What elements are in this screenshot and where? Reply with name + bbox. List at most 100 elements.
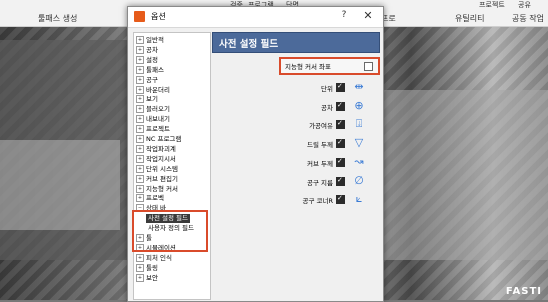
expand-icon[interactable]: + — [136, 36, 144, 44]
expand-icon[interactable]: + — [136, 164, 144, 173]
ribbon-project[interactable]: 프로젝트 — [479, 0, 505, 10]
tree-item[interactable]: + 일반적 — [136, 36, 164, 45]
tree-item-label: 보기 — [146, 95, 158, 104]
tree-item-label: 일반적 — [146, 36, 164, 44]
preset-field-checkbox[interactable] — [336, 101, 345, 111]
preset-fields-panel: 사전 설정 필드 지능형 커서 좌표 단위 ⇹ 공차 ⊕ 가공여유 ⍗ 드릴 두께 ▽ 커브 두… — [212, 32, 380, 298]
tree-item[interactable]: + 툴링 — [136, 263, 158, 273]
panel-header: 사전 설정 필드 — [212, 32, 380, 53]
ribbon-group-collab: 공동 작업 — [512, 14, 544, 23]
expand-icon[interactable]: + — [136, 65, 144, 74]
smart-cursor-coord-checkbox[interactable] — [364, 62, 373, 71]
tree-item-label: 블러오기 — [146, 105, 170, 114]
tree-item[interactable]: + 작업지시서 — [136, 154, 176, 164]
preset-field-row[interactable]: 커브 두께 ↝ — [212, 154, 378, 170]
tree-item-label: 작업지시서 — [146, 154, 176, 163]
ribbon-group-toolpath: 툴패스 생성 — [38, 14, 78, 23]
preset-field-label: 공구 코너R — [302, 197, 333, 206]
tree-item[interactable]: + 툴패스 — [136, 65, 164, 75]
expand-icon[interactable]: + — [136, 273, 144, 282]
preset-field-checkbox[interactable] — [336, 176, 345, 186]
brand-logo: FASTI — [505, 286, 542, 297]
expand-icon[interactable]: + — [136, 125, 144, 134]
crosshair-icon: ⊕ — [354, 98, 364, 112]
dialog-titlebar[interactable]: 옵션 ? ✕ — [128, 7, 383, 28]
expand-icon[interactable]: + — [136, 194, 144, 203]
preset-field-row[interactable]: 공구 지름 ∅ — [212, 173, 378, 189]
tree-item[interactable]: + 커브 편집기 — [136, 174, 178, 184]
tree-item-label: 설정 — [146, 55, 158, 64]
help-button[interactable]: ? — [338, 10, 350, 20]
ribbon-group-utility: 유틸리티 — [455, 14, 485, 23]
tree-item[interactable]: + 단위 시스템 — [136, 164, 178, 174]
tree-item[interactable]: + 공구 — [136, 75, 158, 85]
tree-item[interactable]: + 바운더리 — [136, 85, 170, 95]
preset-field-checkbox[interactable] — [336, 82, 345, 92]
expand-icon[interactable]: + — [136, 85, 144, 94]
preset-field-label: 드릴 두께 — [307, 141, 333, 150]
ruler-icon: ⇹ — [354, 80, 364, 93]
tree-item-label: 프로젝트 — [146, 125, 170, 134]
tree-item[interactable]: + 작업파괴계 — [136, 144, 176, 154]
preset-field-label: 공구 지름 — [307, 178, 333, 187]
preset-field-row[interactable]: 공차 ⊕ — [212, 98, 378, 114]
preset-field-label: 단위 — [321, 85, 333, 93]
status-bar-highlight — [132, 210, 208, 252]
preset-field-row[interactable]: 단위 ⇹ — [212, 79, 378, 95]
options-dialog: 옵션 ? ✕ + 일반적 + 공차 + 설정 + 툴패스 + 공구 + 바운더리 + 보기 + 블러오기 + 내보… — [127, 6, 384, 302]
tree-item[interactable]: + 프로벡 — [136, 194, 164, 203]
smart-cursor-coord-label: 지능형 커서 좌표 — [285, 63, 331, 71]
tree-item[interactable]: + 보기 — [136, 95, 158, 104]
preset-field-checkbox[interactable] — [336, 157, 345, 167]
panel-title: 사전 설정 필드 — [219, 39, 279, 50]
ribbon-share[interactable]: 공유 — [518, 0, 531, 10]
expand-icon[interactable]: + — [136, 75, 144, 84]
preset-field-row[interactable]: 가공여유 ⍗ — [212, 116, 378, 132]
expand-icon[interactable]: + — [136, 115, 144, 124]
expand-icon[interactable]: + — [136, 144, 144, 153]
tree-item-label: 작업파괴계 — [146, 144, 176, 153]
expand-icon[interactable]: + — [136, 263, 144, 272]
tree-item-label: 커브 편집기 — [146, 174, 178, 183]
preset-field-row[interactable]: 드릴 두께 ▽ — [212, 135, 378, 151]
preset-field-checkbox[interactable] — [336, 138, 345, 149]
app-icon — [134, 11, 145, 22]
tree-item[interactable]: + 피처 인식 — [136, 253, 172, 263]
options-tree[interactable]: + 일반적 + 공차 + 설정 + 툴패스 + 공구 + 바운더리 + 보기 + 블러오기 + 내보내기 + 프로젝트… — [133, 32, 211, 300]
tree-item[interactable]: + 지능형 커서 — [136, 184, 178, 194]
tree-item-label: 툴패스 — [146, 65, 164, 74]
smart-cursor-coord-option[interactable]: 지능형 커서 좌표 — [279, 57, 380, 75]
tree-item[interactable]: + 설정 — [136, 55, 158, 65]
tree-item[interactable]: + 보안 — [136, 273, 158, 283]
expand-icon[interactable]: + — [136, 154, 144, 163]
preset-field-checkbox[interactable] — [336, 194, 345, 205]
expand-icon[interactable]: + — [136, 45, 144, 54]
tree-item-label: NC 프로그램 — [146, 135, 182, 143]
tree-item-label: 툴링 — [146, 263, 158, 272]
dialog-title: 옵션 — [151, 12, 166, 21]
close-button[interactable]: ✕ — [361, 9, 375, 22]
tree-item[interactable]: + 공차 — [136, 45, 158, 55]
viewport-shading — [0, 140, 120, 230]
expand-icon[interactable]: + — [136, 184, 144, 193]
curve-icon: ↝ — [354, 154, 364, 168]
preset-field-row[interactable]: 공구 코너R ⟀ — [212, 191, 378, 207]
tree-item-label: 보안 — [146, 273, 158, 282]
tree-item-label: 단위 시스템 — [146, 164, 178, 173]
expand-icon[interactable]: + — [136, 95, 144, 104]
preset-field-checkbox[interactable] — [336, 119, 345, 130]
expand-icon[interactable]: + — [136, 55, 144, 64]
tree-item[interactable]: + 프로젝트 — [136, 125, 170, 134]
stock-icon: ⍗ — [355, 117, 363, 131]
tree-item-label: 공차 — [146, 45, 158, 54]
tree-item[interactable]: + 블러오기 — [136, 105, 170, 114]
expand-icon[interactable]: + — [136, 174, 144, 183]
tree-item-label: 내보내기 — [146, 115, 170, 124]
tree-item-label: 바운더리 — [146, 85, 170, 94]
tree-item-label: 피처 인식 — [146, 253, 172, 262]
expand-icon[interactable]: + — [136, 253, 144, 262]
tree-item[interactable]: + NC 프로그램 — [136, 135, 181, 144]
tree-item[interactable]: + 내보내기 — [136, 115, 170, 124]
expand-icon[interactable]: + — [136, 135, 144, 143]
expand-icon[interactable]: + — [136, 105, 144, 114]
